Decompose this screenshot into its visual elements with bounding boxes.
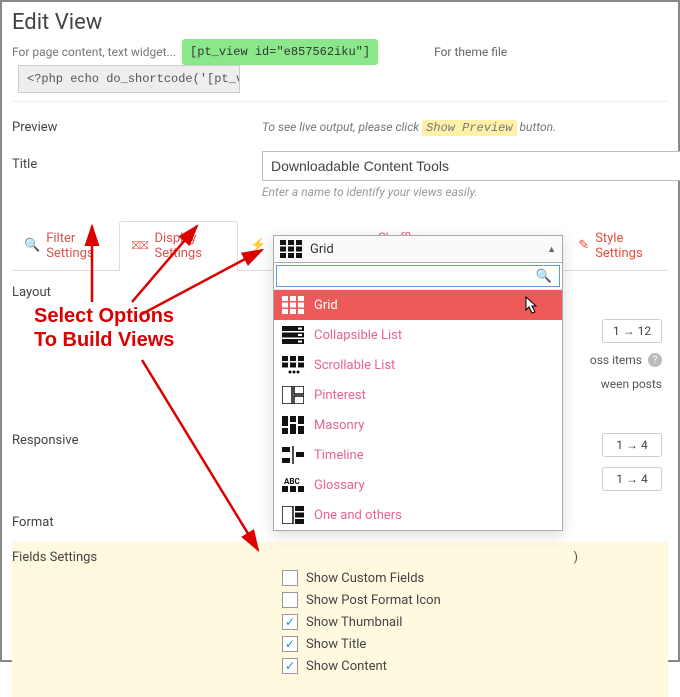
checkbox-show-title[interactable]: ✓ Show Title xyxy=(12,633,668,655)
layout-label: Layout xyxy=(12,285,132,300)
tab-style-settings[interactable]: ✎ Style Settings xyxy=(566,221,668,270)
shortcode-snippet[interactable]: [pt_view id="e857562iku"] xyxy=(182,39,378,65)
search-icon: 🔍 xyxy=(24,238,40,253)
preview-label: Preview xyxy=(12,120,132,135)
svg-text:ABC: ABC xyxy=(284,477,300,486)
checkbox-show-thumbnail[interactable]: ✓ Show Thumbnail xyxy=(12,611,668,633)
list-collapsible-icon xyxy=(282,326,304,344)
checkbox-show-custom-fields[interactable]: Show Custom Fields xyxy=(12,567,668,589)
tab-filter-settings[interactable]: 🔍 Filter Settings xyxy=(12,221,119,270)
cursor-icon xyxy=(522,296,540,318)
checkbox-icon xyxy=(282,592,298,608)
tab-display-settings[interactable]: ⛝⛝ Display Settings xyxy=(119,221,239,271)
page-title: Edit View xyxy=(12,10,668,35)
grid-icon xyxy=(280,240,302,258)
layout-search-wrap: 🔍 xyxy=(274,263,562,290)
checkbox-checked-icon: ✓ xyxy=(282,636,298,652)
for-theme-label: For theme file xyxy=(434,45,507,59)
paren-fragment: ) xyxy=(573,550,668,565)
checkbox-icon xyxy=(282,570,298,586)
range-box-1[interactable]: 1 → 12 xyxy=(602,319,662,343)
layout-option-grid[interactable]: Grid xyxy=(274,290,562,320)
title-label: Title xyxy=(12,151,132,172)
preview-hint: To see live output, please click Show Pr… xyxy=(262,120,556,135)
grid-icon xyxy=(282,296,304,314)
fields-settings-label: Fields Settings xyxy=(12,550,132,565)
layout-option-collapsible[interactable]: Collapsible List xyxy=(274,320,562,350)
checkbox-checked-icon: ✓ xyxy=(282,658,298,674)
title-input[interactable] xyxy=(262,151,680,181)
layout-option-glossary[interactable]: ABC Glossary xyxy=(274,470,562,500)
chevron-up-icon: ▲ xyxy=(547,244,556,255)
title-help: Enter a name to identify your views easi… xyxy=(262,185,680,199)
for-page-label: For page content, text widget... xyxy=(12,45,176,59)
cross-items-label: oss items ? xyxy=(590,353,662,367)
grid-icon: ⛝⛝ xyxy=(132,239,149,253)
responsive-label: Responsive xyxy=(12,433,132,448)
layout-dropdown[interactable]: Grid ▲ 🔍 Grid Collapsible List Scrollab xyxy=(273,235,563,531)
layout-option-pinterest[interactable]: Pinterest xyxy=(274,380,562,410)
list-scrollable-icon xyxy=(282,356,304,374)
pencil-icon: ✎ xyxy=(578,238,589,253)
help-icon[interactable]: ? xyxy=(648,353,662,367)
pinterest-layout-icon xyxy=(282,386,304,404)
range-box-3[interactable]: 1 → 4 xyxy=(602,467,662,491)
layout-search-input[interactable] xyxy=(276,265,560,287)
timeline-icon xyxy=(282,446,304,464)
layout-option-scrollable[interactable]: Scrollable List xyxy=(274,350,562,380)
format-label: Format xyxy=(12,515,132,530)
checkbox-show-content[interactable]: ✓ Show Content xyxy=(12,655,668,677)
search-icon: 🔍 xyxy=(536,269,552,284)
show-preview-pill: Show Preview xyxy=(422,120,516,136)
layout-option-list: Grid Collapsible List Scrollable List Pi… xyxy=(274,290,562,530)
between-posts-label: ween posts xyxy=(601,377,662,391)
checkbox-show-post-format-icon[interactable]: Show Post Format Icon xyxy=(12,589,668,611)
masonry-icon xyxy=(282,416,304,434)
php-snippet[interactable]: <?php echo do_shortcode('[pt_view id=e85… xyxy=(18,65,240,93)
layout-selected-text: Grid xyxy=(310,242,334,257)
one-others-icon xyxy=(282,506,304,524)
glossary-icon: ABC xyxy=(282,476,304,494)
layout-option-one-and-others[interactable]: One and others xyxy=(274,500,562,530)
layout-option-timeline[interactable]: Timeline xyxy=(274,440,562,470)
layout-option-masonry[interactable]: Masonry xyxy=(274,410,562,440)
bolt-icon: ⚡ xyxy=(250,238,266,253)
range-box-2[interactable]: 1 → 4 xyxy=(602,433,662,457)
checkbox-checked-icon: ✓ xyxy=(282,614,298,630)
layout-dropdown-selected[interactable]: Grid ▲ xyxy=(274,236,562,263)
